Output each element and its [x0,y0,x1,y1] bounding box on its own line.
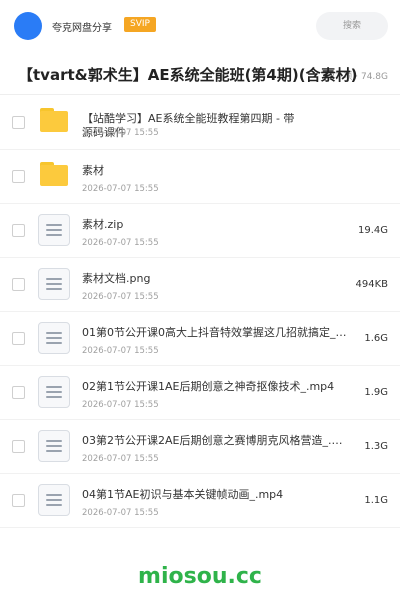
select-checkbox[interactable] [12,278,25,291]
select-checkbox[interactable] [12,116,25,129]
page-title: 【tvart&郭术生】AE系统全能班(第4期)(含素材) [18,66,358,84]
svip-badge: SVIP [124,17,156,32]
list-item[interactable]: 04第1节AE初识与基本关键帧动画_.mp4 2026-07-07 15:55 1.… [0,474,400,528]
file-size: 1.9G [364,387,388,398]
file-name[interactable]: 素材.zip [82,216,123,232]
file-name[interactable]: 02第1节公开课1AE后期创意之神奇抠像技术_.mp4 [82,378,334,394]
file-size: 1.1G [364,495,388,506]
list-item[interactable]: 01第0节公开课0高大上抖音特效掌握这几招就搞定_.mp4 2026-07-07 … [0,312,400,366]
watermark: miosou.cc [138,564,262,589]
file-size: 494KB [355,279,388,290]
list-item[interactable]: 素材文档.png 2026-07-07 15:55 494KB [0,258,400,312]
select-checkbox[interactable] [12,170,25,183]
folder-header: 【tvart&郭术生】AE系统全能班(第4期)(含素材) 27 项 · 74.8… [0,56,400,92]
file-date: 2026-07-07 15:55 [82,508,159,518]
list-item[interactable]: 素材 2026-07-07 15:55 [0,150,400,204]
file-date: 2026-07-07 15:55 [82,346,159,356]
file-icon [38,214,70,246]
list-item[interactable]: 素材.zip 2026-07-07 15:55 19.4G [0,204,400,258]
file-icon [38,376,70,408]
search-input[interactable]: 搜索 [316,12,388,40]
divider [0,94,400,95]
file-date: 2026-07-07 15:55 [82,238,159,248]
list-item[interactable]: 02第1节公开课1AE后期创意之神奇抠像技术_.mp4 2026-07-07 15… [0,366,400,420]
select-checkbox[interactable] [12,494,25,507]
share-owner-name: 夸克网盘分享 [52,23,112,34]
file-date: 2026-07-07 15:55 [82,292,159,302]
file-icon [38,430,70,462]
file-name[interactable]: 素材文档.png [82,270,150,286]
list-item[interactable]: 【站酷学习】AE系统全能班教程第四期 - 带源码课件 2026-07-07 15:… [0,96,400,150]
avatar[interactable] [14,12,42,40]
folder-icon [40,108,68,132]
file-date: 2026-07-07 15:55 [82,400,159,410]
file-size: 1.3G [364,441,388,452]
select-checkbox[interactable] [12,386,25,399]
file-name[interactable]: 01第0节公开课0高大上抖音特效掌握这几招就搞定_.mp4 [82,324,348,340]
file-name[interactable]: 03第2节公开课2AE后期创意之赛博朋克风格营造_.mp4 [82,432,348,448]
file-list: 【站酷学习】AE系统全能班教程第四期 - 带源码课件 2026-07-07 15:… [0,96,400,528]
file-name[interactable]: 素材 [82,162,104,178]
list-item[interactable]: 03第2节公开课2AE后期创意之赛博朋克风格营造_.mp4 2026-07-07 … [0,420,400,474]
file-date: 2026-07-07 15:55 [82,454,159,464]
select-checkbox[interactable] [12,224,25,237]
select-checkbox[interactable] [12,440,25,453]
file-icon [38,322,70,354]
file-name[interactable]: 04第1节AE初识与基本关键帧动画_.mp4 [82,486,283,502]
file-icon [38,268,70,300]
file-date: 2026-07-07 15:55 [82,128,159,138]
folder-icon [40,162,68,186]
select-checkbox[interactable] [12,332,25,345]
file-size: 19.4G [357,225,388,236]
top-bar: 夸克网盘分享 SVIP 搜索 [0,0,400,52]
file-date: 2026-07-07 15:55 [82,184,159,194]
file-icon [38,484,70,516]
file-size: 1.6G [364,333,388,344]
